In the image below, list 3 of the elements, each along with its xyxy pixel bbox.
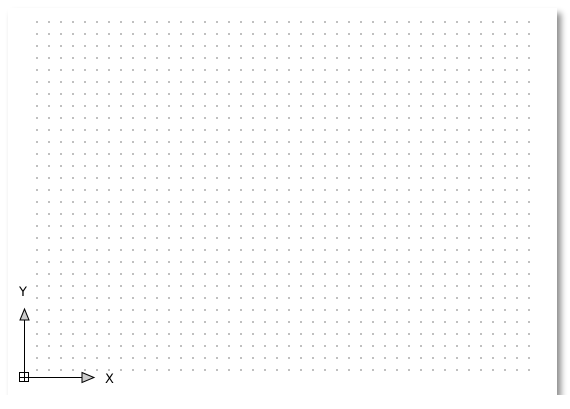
- y-axis-label: Y: [19, 285, 27, 300]
- ucs-icon: [19, 308, 96, 384]
- x-axis-label: X: [105, 372, 114, 387]
